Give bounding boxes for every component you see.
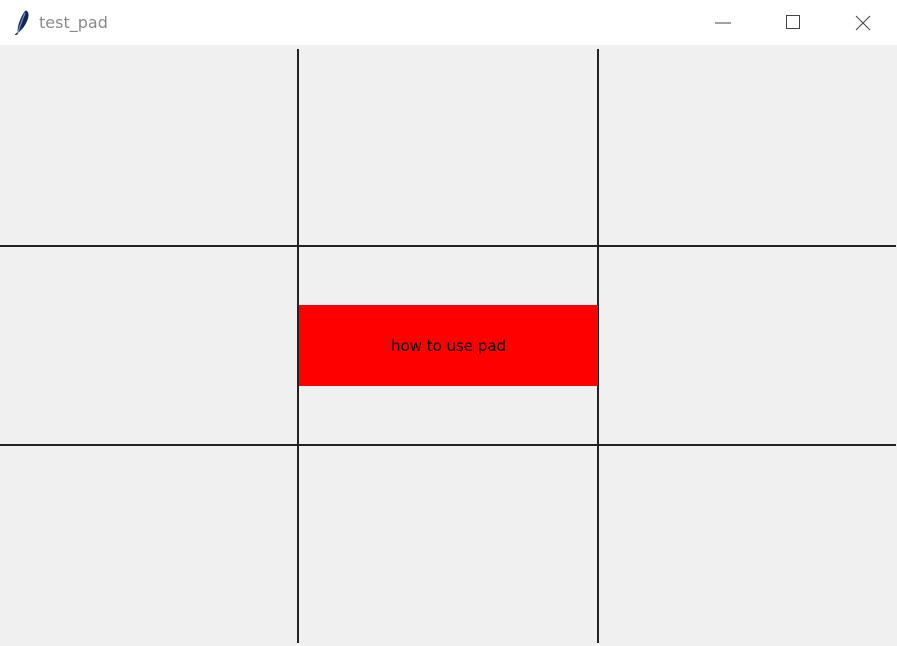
maximize-button[interactable] [770, 0, 816, 45]
close-icon [855, 15, 871, 30]
grid-horizontal-top [0, 245, 896, 247]
grid-horizontal-bottom [0, 444, 896, 446]
how-to-use-pad-label: how to use pad [299, 305, 598, 386]
pad-canvas: how to use pad [0, 45, 897, 646]
test-pad-window: test_pad how to use pad [0, 0, 897, 646]
minimize-icon [715, 22, 731, 23]
minimize-button[interactable] [700, 0, 746, 45]
feather-icon [15, 10, 29, 35]
window-titlebar[interactable]: test_pad [0, 0, 897, 45]
maximize-icon [786, 14, 800, 29]
window-title: test_pad [39, 13, 108, 32]
close-button[interactable] [840, 0, 886, 45]
